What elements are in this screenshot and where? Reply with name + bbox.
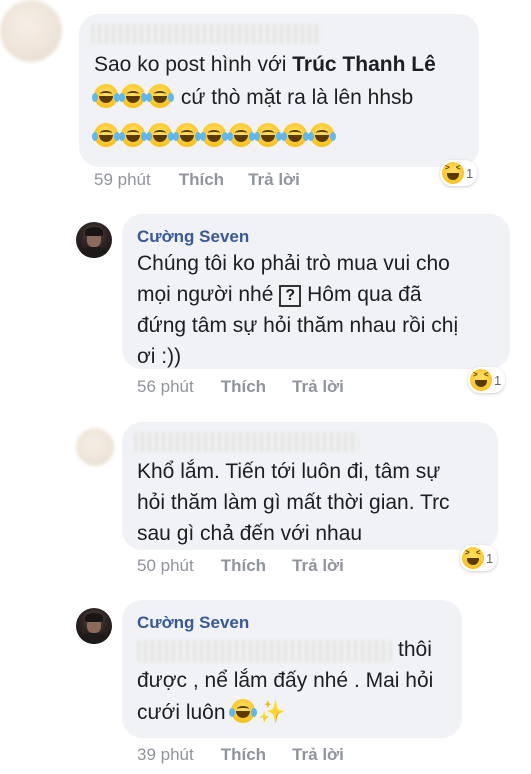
comment-actions: 56 phút Thích Trả lời [137,377,344,397]
reaction-badge[interactable]: 1 [460,545,498,571]
tears-of-joy-icon [92,84,120,108]
comment-bubble: Khổ lắm. Tiến tới luôn đi, tâm sự hỏi th… [122,422,498,550]
avatar[interactable] [0,0,62,62]
comment-text-line: cưới luôn ✨ [137,696,286,728]
comment-text-line: ơi :)) [137,345,182,368]
tears-of-joy-icon [146,84,174,108]
comment-text-line: được , nể lắm đấy nhé . Mai hỏi [137,669,434,692]
like-button[interactable]: Thích [221,556,266,576]
tears-of-joy-icon [146,123,174,147]
mention-link[interactable]: Trúc Thanh Lê [292,53,436,76]
comment-bubble: Cường Seven thôi được , nể lắm đấy nhé .… [122,600,462,738]
comment-text-line: mọi người nhé ? Hôm qua đã [137,283,422,307]
unknown-glyph-icon: ? [279,285,302,307]
comment-text-line: Khổ lắm. Tiến tới luôn đi, tâm sự [137,460,441,483]
tears-of-joy-icon [200,123,228,147]
reply-button[interactable]: Trả lời [292,377,344,397]
comment-text-line: Chúng tôi ko phải trò mua vui cho [137,252,450,275]
tears-of-joy-icon [229,699,258,723]
sparkles-icon: ✨ [258,699,286,724]
haha-reaction-icon [442,162,464,184]
reply-button[interactable]: Trả lời [292,745,344,765]
reaction-badge[interactable]: 1 [468,367,506,393]
avatar[interactable] [76,608,112,644]
comment-author[interactable]: Cường Seven [137,613,249,633]
redacted-author-name [134,432,359,452]
tears-of-joy-icon [119,123,147,147]
haha-reaction-icon [462,547,484,569]
comment-text-line: thôi [398,638,432,661]
timestamp[interactable]: 56 phút [137,377,194,397]
like-button[interactable]: Thích [179,170,224,190]
like-button[interactable]: Thích [221,377,266,397]
comment-text-line: cứ thò mặt ra là lên hhsb [92,82,413,113]
timestamp[interactable]: 59 phút [94,170,151,190]
tears-of-joy-icon [173,123,201,147]
like-button[interactable]: Thích [221,745,266,765]
comment-text-line: hỏi thăm làm gì mất thời gian. Trc [137,491,450,514]
comment-bubble: Cường Seven Chúng tôi ko phải trò mua vu… [122,214,510,369]
comment-text-line: sau gì chả đến với nhau [137,522,363,545]
avatar[interactable] [76,428,114,466]
tears-of-joy-icon [308,123,336,147]
tears-of-joy-icon [227,123,255,147]
tears-of-joy-icon [281,123,309,147]
comment-author[interactable]: Cường Seven [137,227,249,247]
comment-text-line: Sao ko post hình với Trúc Thanh Lê [94,53,436,76]
reply-button[interactable]: Trả lời [292,556,344,576]
timestamp[interactable]: 50 phút [137,556,194,576]
tears-of-joy-icon [119,84,147,108]
timestamp[interactable]: 39 phút [137,745,194,765]
tears-of-joy-icon [92,123,120,147]
redacted-text [137,640,392,662]
comment-actions: 50 phút Thích Trả lời [137,556,344,576]
tears-of-joy-icon [254,123,282,147]
comment-text-line: đứng tâm sự hỏi thăm nhau rồi chị [137,314,459,337]
comment-actions: 39 phút Thích Trả lời [137,745,344,765]
comment-bubble: Sao ko post hình với Trúc Thanh Lê cứ th… [79,14,479,167]
haha-reaction-icon [470,369,492,391]
avatar[interactable] [76,222,112,258]
comment-text-line [92,121,337,152]
redacted-author-name [91,24,321,44]
reaction-badge[interactable]: 1 [440,160,478,186]
comment-actions: 59 phút Thích Trả lời [94,170,300,190]
reply-button[interactable]: Trả lời [248,170,300,190]
